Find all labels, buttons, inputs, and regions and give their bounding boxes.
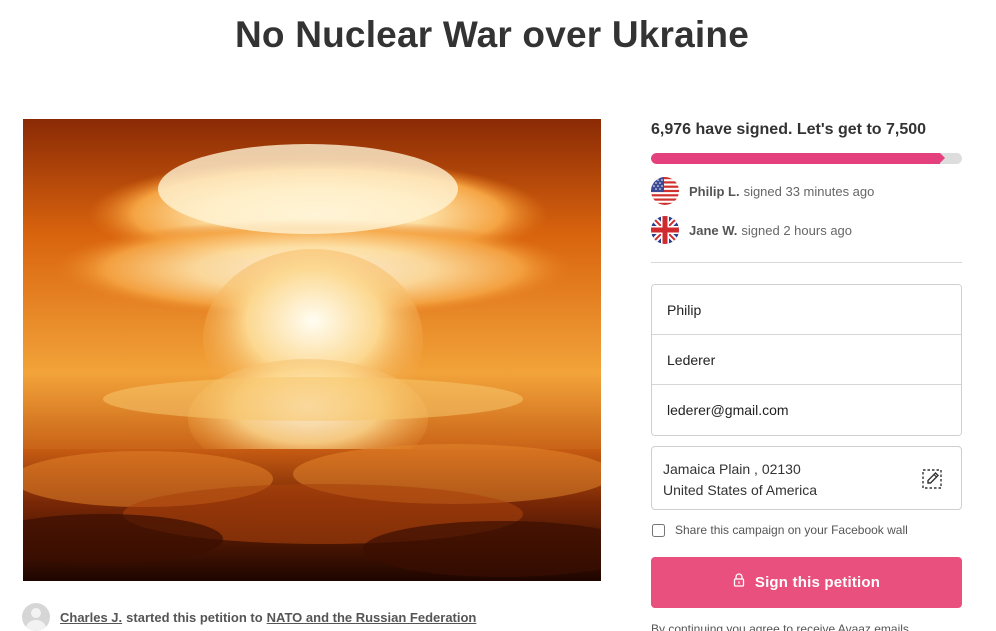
sign-panel: 6,976 have signed. Let's get to 7,500 Ph <box>651 118 962 631</box>
divider <box>651 262 962 263</box>
facebook-share-checkbox[interactable] <box>652 523 665 537</box>
address-line-2: United States of America <box>663 482 818 498</box>
us-flag-icon <box>651 177 679 205</box>
signer-name: Philip L. <box>689 183 740 199</box>
starter-name-link[interactable]: Charles J. <box>60 610 122 625</box>
address-box[interactable]: Jamaica Plain , 02130 United States of A… <box>651 446 962 510</box>
facebook-share-label: Share this campaign on your Facebook wal… <box>675 523 908 537</box>
signature-count: 6,976 have signed. Let's get to 7,500 <box>651 121 927 138</box>
signature-progress-bar <box>651 153 962 164</box>
edit-address-icon[interactable] <box>921 468 943 490</box>
sign-petition-button[interactable]: Sign this petition <box>651 557 962 608</box>
signer-name: Jane W. <box>689 222 738 238</box>
lock-icon <box>733 572 745 587</box>
avatar <box>22 603 50 631</box>
signer-time: signed 33 minutes ago <box>743 183 875 199</box>
last-name-field[interactable] <box>652 335 961 385</box>
petition-starter: Charles J. started this petition to NATO… <box>22 602 476 631</box>
starter-text: started this petition to <box>126 609 263 625</box>
progress-fill <box>651 153 946 164</box>
uk-flag-icon <box>651 216 679 244</box>
signer-time: signed 2 hours ago <box>741 222 853 238</box>
sign-petition-label: Sign this petition <box>754 574 881 591</box>
email-field[interactable] <box>652 385 961 435</box>
legal-notice: By continuing you agree to receive Avaaz… <box>651 622 909 631</box>
recent-signer: Philip L. signed 33 minutes ago <box>651 177 962 205</box>
address-line-1: Jamaica Plain , 02130 <box>663 461 801 477</box>
first-name-field[interactable] <box>652 285 961 335</box>
facebook-share-option[interactable]: Share this campaign on your Facebook wal… <box>651 523 962 537</box>
signup-fields <box>651 284 962 436</box>
mushroom-cloud-photo <box>23 119 601 581</box>
petition-target-link[interactable]: NATO and the Russian Federation <box>267 610 477 625</box>
recent-signer: Jane W. signed 2 hours ago <box>651 216 962 244</box>
hero-image <box>23 119 601 581</box>
page-title: No Nuclear War over Ukraine <box>235 14 749 55</box>
